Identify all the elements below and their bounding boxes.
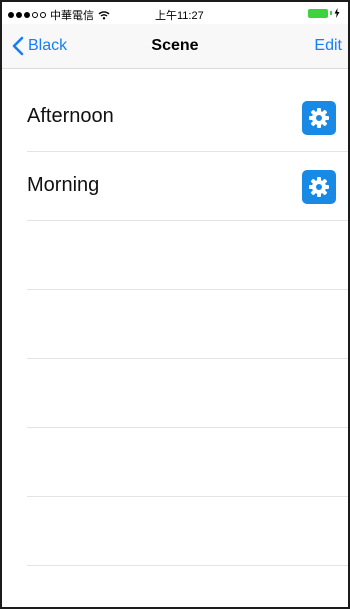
scene-settings-button[interactable]	[302, 170, 336, 204]
charging-bolt-icon	[334, 8, 340, 18]
list-item[interactable]: Afternoon	[27, 83, 348, 152]
scene-label: Morning	[27, 174, 100, 196]
battery-icon	[308, 8, 340, 18]
gear-icon	[308, 107, 330, 129]
scene-label: Afternoon	[27, 105, 114, 127]
signal-dot	[32, 12, 38, 18]
signal-dot	[16, 12, 22, 18]
scene-list: Afternoon Morning	[2, 83, 348, 607]
status-bar: 中華電信 上午11:27	[2, 2, 348, 24]
empty-row	[27, 359, 348, 428]
status-time: 上午11:27	[155, 10, 204, 22]
status-left: 中華電信	[8, 7, 110, 23]
signal-dot	[24, 12, 30, 18]
navigation-bar: Black Scene Edit	[2, 24, 348, 69]
battery-level	[308, 8, 328, 18]
signal-strength-icon	[8, 12, 46, 18]
empty-row	[27, 566, 348, 607]
empty-row	[27, 497, 348, 566]
list-item[interactable]: Morning	[27, 152, 348, 221]
empty-row	[27, 221, 348, 290]
empty-row	[27, 428, 348, 497]
gear-icon	[308, 176, 330, 198]
carrier-name: 中華電信	[50, 10, 94, 22]
empty-row	[27, 290, 348, 359]
battery-tip	[330, 11, 332, 15]
wifi-icon	[98, 10, 110, 20]
signal-dot	[40, 12, 46, 18]
page-title: Scene	[151, 37, 199, 54]
phone-frame: 中華電信 上午11:27 Black Scene Edit Afternoon …	[0, 0, 350, 609]
signal-dot	[8, 12, 14, 18]
edit-button[interactable]: Edit	[314, 37, 342, 55]
scene-settings-button[interactable]	[302, 101, 336, 135]
